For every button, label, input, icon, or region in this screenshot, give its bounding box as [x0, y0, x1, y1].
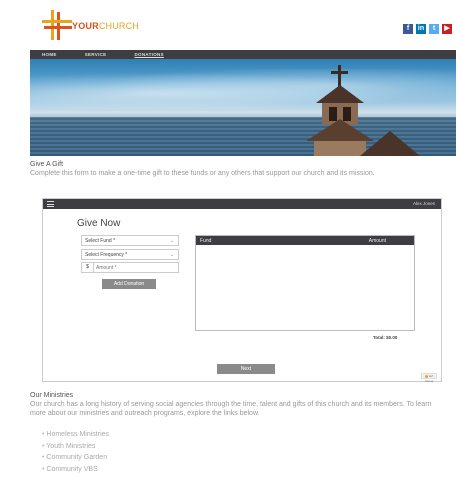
- youtube-icon[interactable]: ▶: [442, 24, 452, 34]
- next-button[interactable]: Next: [217, 364, 275, 374]
- ministry-link-vbs[interactable]: Community VBS: [42, 464, 109, 476]
- ministries-list: Homeless Ministries Youth Ministries Com…: [42, 429, 109, 475]
- page: YOURCHURCH f in t ▶ HOME SERVICE DONATIO…: [10, 0, 456, 482]
- user-name[interactable]: Alex Jones: [413, 201, 435, 206]
- select-fund-dropdown[interactable]: Select Fund * ⌄: [81, 235, 179, 246]
- nav-home[interactable]: HOME: [42, 52, 57, 57]
- amount-field: $: [81, 262, 179, 273]
- ez-giving-badge: EZ Giving: [421, 373, 437, 383]
- ministries-description: Our church has a long history of serving…: [30, 401, 432, 417]
- add-donation-button[interactable]: Add Donation: [102, 279, 156, 289]
- linkedin-icon[interactable]: in: [416, 24, 426, 34]
- nav-service[interactable]: SERVICE: [85, 52, 107, 57]
- twitter-icon[interactable]: t: [429, 24, 439, 34]
- give-gift-title: Give A Gift: [30, 161, 64, 168]
- dollar-sign-label: $: [82, 263, 94, 272]
- ministries-title: Our Ministries: [30, 392, 74, 399]
- cross-logo-icon: [42, 10, 72, 40]
- chevron-down-icon: ⌄: [169, 238, 174, 244]
- fund-amount-table: Fund Amount: [195, 235, 415, 331]
- form-top-bar: Alex Jones: [43, 199, 441, 209]
- chevron-down-icon: ⌄: [169, 252, 174, 258]
- column-header-fund: Fund: [200, 238, 212, 244]
- ministry-link-homeless[interactable]: Homeless Ministries: [42, 429, 109, 441]
- social-links: f in t ▶: [403, 24, 452, 34]
- main-nav: HOME SERVICE DONATIONS: [30, 50, 456, 59]
- chapel-steeple-illustration: [306, 65, 420, 156]
- ministry-link-youth[interactable]: Youth Ministries: [42, 441, 109, 453]
- table-header: Fund Amount: [196, 236, 414, 245]
- hero-banner: [30, 59, 456, 156]
- ministry-link-garden[interactable]: Community Garden: [42, 452, 109, 464]
- column-header-amount: Amount: [368, 238, 386, 244]
- logo-text: YOURCHURCH: [72, 21, 140, 31]
- give-now-heading: Give Now: [77, 218, 121, 229]
- facebook-icon[interactable]: f: [403, 24, 413, 34]
- site-header: YOURCHURCH f in t ▶: [10, 0, 456, 50]
- total-amount: Total: $0.00: [373, 335, 398, 340]
- hamburger-menu-icon[interactable]: [47, 201, 54, 207]
- amount-input[interactable]: [96, 264, 176, 271]
- select-frequency-dropdown[interactable]: Select Frequency * ⌄: [81, 249, 179, 260]
- donation-form-window: Alex Jones Give Now Select Fund * ⌄ Selec…: [42, 198, 442, 383]
- badge-logo-icon: [425, 374, 429, 378]
- nav-donations[interactable]: DONATIONS: [134, 52, 163, 57]
- church-logo[interactable]: YOURCHURCH: [42, 10, 152, 40]
- give-gift-description: Complete this form to make a one-time gi…: [30, 170, 375, 177]
